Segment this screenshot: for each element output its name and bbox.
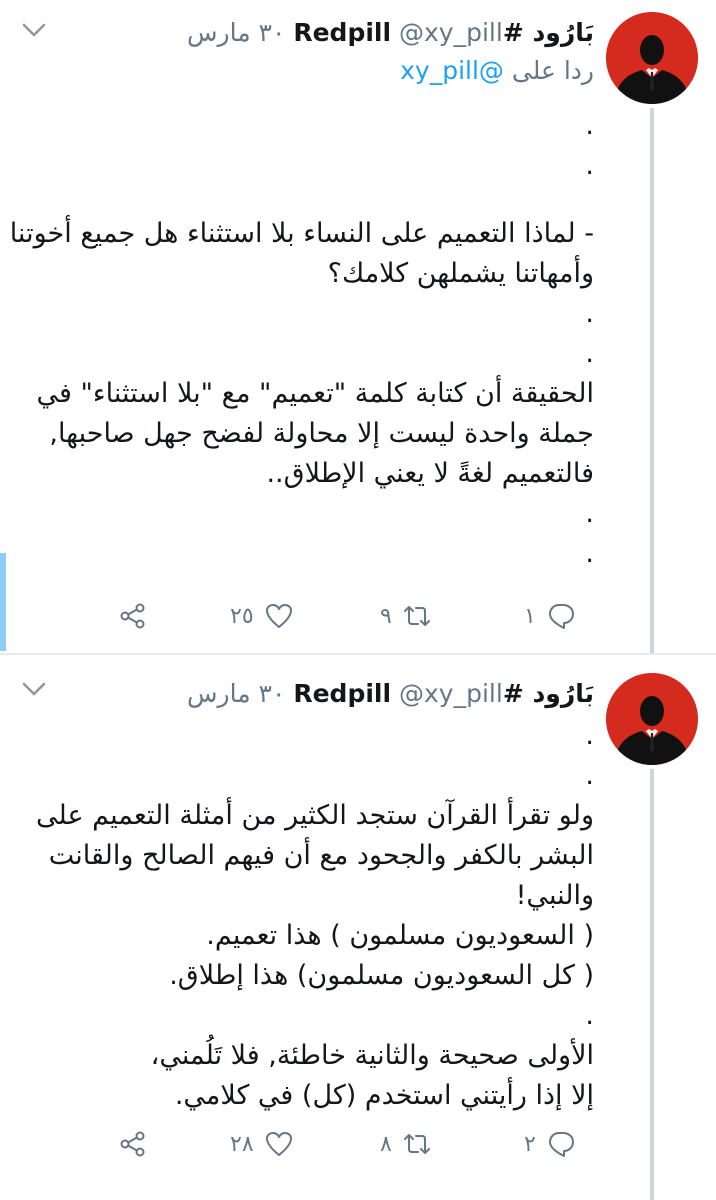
reply-prefix: ردا على bbox=[511, 56, 594, 85]
like-count: ٢٨ bbox=[230, 1131, 254, 1157]
text-line: . bbox=[585, 720, 594, 751]
share-button[interactable] bbox=[118, 1124, 148, 1164]
avatar[interactable] bbox=[606, 673, 698, 765]
share-icon bbox=[120, 603, 145, 629]
avatar-silhouette-icon bbox=[606, 12, 698, 104]
chevron-down-icon[interactable] bbox=[20, 677, 48, 701]
tweet-header: بَارُود #Redpill @xy_pill ٣٠ مارس bbox=[187, 16, 594, 50]
text-line: وأمهاتنا يشملهن كلامك؟ bbox=[327, 258, 594, 289]
text-line: . bbox=[585, 538, 594, 569]
text-line: . bbox=[585, 760, 594, 791]
author-handle[interactable]: @xy_pill bbox=[399, 679, 503, 708]
text-line: ( كل السعوديون مسلمون) هذا إطلاق. bbox=[169, 960, 594, 991]
like-icon bbox=[265, 604, 292, 628]
reply-context: ردا على @xy_pill bbox=[400, 54, 594, 88]
tweet-actions: ٢٥ ٩ ١ bbox=[0, 596, 716, 636]
tweet-actions: ٢٨ ٨ ٢ bbox=[0, 1124, 716, 1164]
text-line: ولو تقرأ القرآن ستجد الكثير من أمثلة الت… bbox=[36, 800, 594, 831]
reply-mention[interactable]: @xy_pill bbox=[400, 56, 504, 85]
text-line: الحقيقة أن كتابة كلمة "تعميم" مع "بلا اس… bbox=[36, 378, 594, 409]
like-button[interactable]: ٢٥ bbox=[230, 596, 294, 636]
retweet-button[interactable]: ٩ bbox=[380, 596, 432, 636]
chevron-down-icon[interactable] bbox=[20, 18, 48, 42]
like-icon bbox=[265, 1132, 292, 1156]
share-icon bbox=[120, 1131, 145, 1157]
text-line: والنبي! bbox=[515, 880, 594, 911]
retweet-icon bbox=[403, 1134, 430, 1154]
like-button[interactable]: ٢٨ bbox=[230, 1124, 294, 1164]
text-line: . bbox=[585, 1000, 594, 1031]
tweet-date[interactable]: ٣٠ مارس bbox=[187, 679, 285, 708]
text-line: . bbox=[585, 110, 594, 141]
text-line: الأولى صحيحة والثانية خاطئة, فلا تَلُمني… bbox=[150, 1040, 594, 1071]
text-line: . bbox=[585, 338, 594, 369]
reply-icon bbox=[548, 1132, 574, 1157]
text-line: - لماذا التعميم على النساء بلا استثناء ه… bbox=[9, 218, 594, 249]
retweet-button[interactable]: ٨ bbox=[380, 1124, 432, 1164]
retweet-icon bbox=[403, 606, 430, 626]
reply-count: ١ bbox=[524, 603, 536, 629]
reply-button[interactable]: ٢ bbox=[524, 1124, 576, 1164]
retweet-count: ٨ bbox=[380, 1131, 392, 1157]
avatar-silhouette-icon bbox=[606, 673, 698, 765]
reply-icon bbox=[548, 604, 574, 629]
tweet-date[interactable]: ٣٠ مارس bbox=[187, 18, 285, 47]
text-line: إلا إذا رأيتني استخدم (كل) في كلامي. bbox=[174, 1080, 594, 1111]
avatar[interactable] bbox=[606, 12, 698, 104]
reply-count: ٢ bbox=[524, 1131, 536, 1157]
author-handle[interactable]: @xy_pill bbox=[399, 18, 503, 47]
share-button[interactable] bbox=[118, 596, 148, 636]
tweet-header: بَارُود #Redpill @xy_pill ٣٠ مارس bbox=[187, 677, 594, 711]
text-line: جملة واحدة ليست إلا محاولة لفضح جهل صاحب… bbox=[49, 418, 594, 449]
text-line: البشر بالكفر والجحود مع أن فيهم الصالح و… bbox=[48, 840, 594, 871]
text-line: ( السعوديون مسلمون ) هذا تعميم. bbox=[206, 920, 594, 951]
reply-button[interactable]: ١ bbox=[524, 596, 576, 636]
thread-line bbox=[650, 108, 654, 655]
retweet-count: ٩ bbox=[380, 603, 392, 629]
text-line: . bbox=[585, 498, 594, 529]
tweet[interactable]: بَارُود #Redpill @xy_pill ٣٠ مارس ردا عل… bbox=[0, 0, 716, 655]
text-line: . bbox=[585, 298, 594, 329]
text-line: فالتعميم لغةً لا يعني الإطلاق.. bbox=[266, 458, 594, 489]
like-count: ٢٥ bbox=[230, 603, 254, 629]
text-line: . bbox=[585, 150, 594, 181]
tweet-text: . . - لماذا التعميم على النساء بلا استثن… bbox=[9, 106, 594, 574]
tweet-text: . . ولو تقرأ القرآن ستجد الكثير من أمثلة… bbox=[34, 716, 594, 1116]
